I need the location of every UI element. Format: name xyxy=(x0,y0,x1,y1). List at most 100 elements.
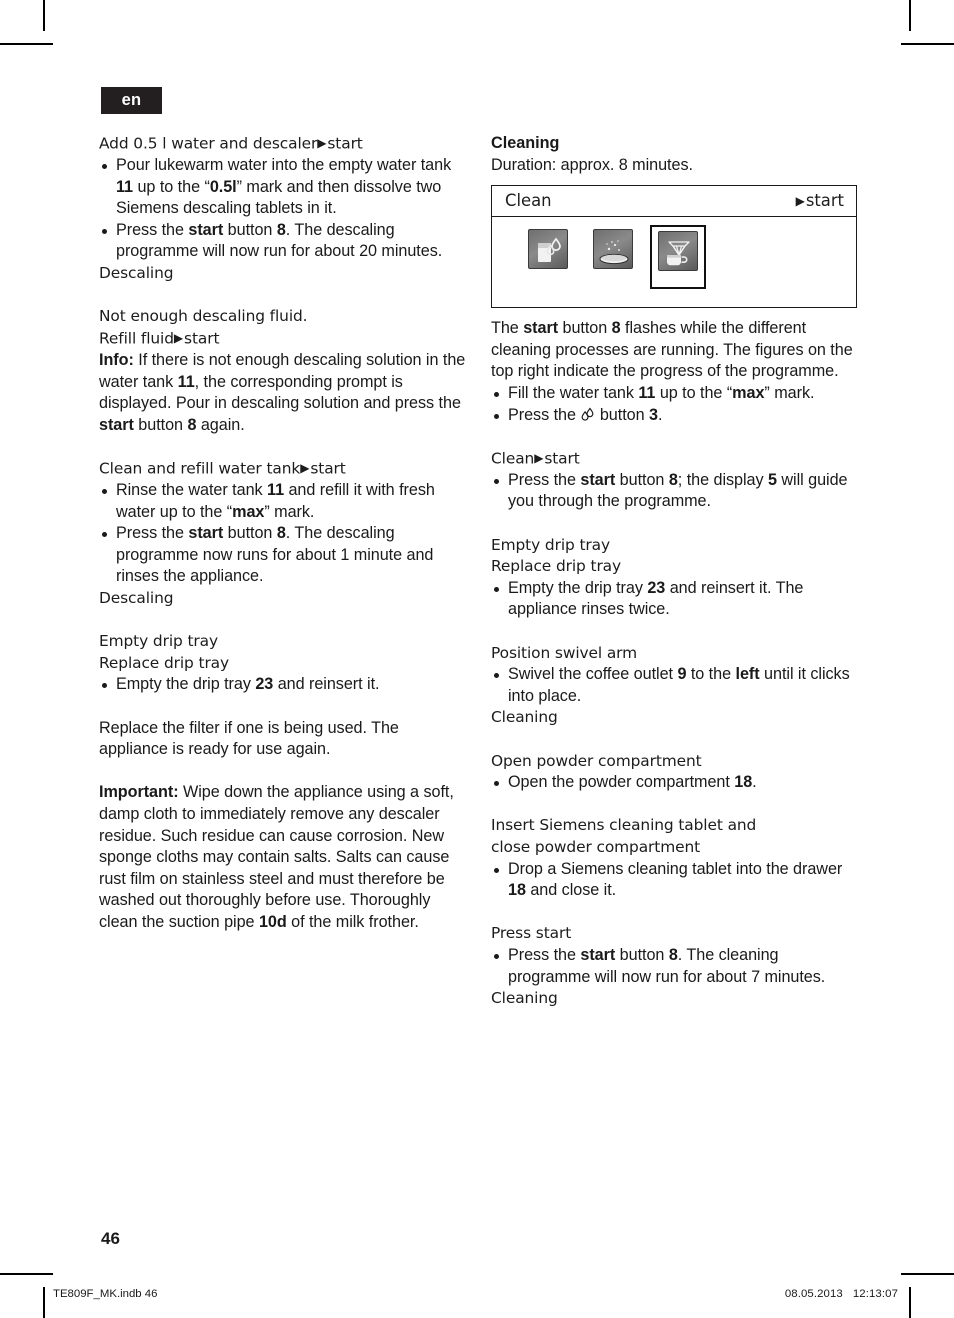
text-run: of the milk frother. xyxy=(286,912,419,931)
display-prompt-replace-drip-tray: Replace drip tray xyxy=(99,653,230,672)
text-run: ; the display xyxy=(677,470,768,489)
list-item: Pour lukewarm water into the empty water… xyxy=(99,155,467,220)
page-content: Add 0.5 l water and descaler▶start Pour … xyxy=(99,133,859,1010)
left-column: Add 0.5 l water and descaler▶start Pour … xyxy=(99,133,467,1010)
text-run: Press the xyxy=(116,220,189,239)
emphasis-text: 0.5l xyxy=(209,177,237,196)
text-run: The xyxy=(491,319,524,338)
play-arrow-icon: ▶ xyxy=(534,450,544,465)
status-descaling-1: Descaling xyxy=(99,264,174,283)
list-item: Empty the drip tray 23 and reinsert it. … xyxy=(491,578,859,621)
crop-mark-bottom-left-vertical xyxy=(43,1287,45,1318)
text-run: Rinse the water tank xyxy=(116,481,268,499)
emphasis-text: 11 xyxy=(116,177,134,196)
page-number: 46 xyxy=(101,1229,120,1248)
bullet-list-press-start: Press the start button 8. The cleaning p… xyxy=(491,945,859,988)
text-run: . xyxy=(752,773,757,792)
emphasis-text: 8 xyxy=(668,945,678,964)
water-glass-drops-icon xyxy=(528,229,568,270)
prompt-action: start xyxy=(327,134,363,153)
emphasis-text: start xyxy=(523,319,559,338)
water-drop-button-icon xyxy=(580,406,595,424)
text-run: Swivel the coffee outlet xyxy=(508,665,678,684)
emphasis-text: 10d xyxy=(258,912,287,931)
text-run: button xyxy=(615,945,669,964)
display-prompt-add-water: Add 0.5 l water and descaler▶start xyxy=(99,133,467,155)
text-run: and reinsert it. xyxy=(273,675,380,694)
emphasis-text: 11 xyxy=(267,481,285,499)
crop-mark-bottom-left-horizontal xyxy=(0,1273,53,1275)
prompt-action: start xyxy=(544,449,580,468)
important-paragraph: Important: Wipe down the appliance using… xyxy=(99,782,467,933)
emphasis-text: 11 xyxy=(177,372,195,391)
text-run: ” mark. xyxy=(264,502,315,521)
right-column: Cleaning Duration: approx. 8 minutes. Cl… xyxy=(491,133,859,1010)
display-prompt-clean-refill: Clean and refill water tank▶start xyxy=(99,458,467,480)
list-item: Open the powder compartment 18. xyxy=(491,772,859,794)
text-run: to the xyxy=(686,665,736,684)
screen-tile-row xyxy=(492,217,856,290)
emphasis-text: 8 xyxy=(276,524,286,543)
two-column-layout: Add 0.5 l water and descaler▶start Pour … xyxy=(99,133,859,1010)
emphasis-text: Important: xyxy=(99,783,179,802)
text-run: button xyxy=(558,319,612,338)
text-run: Press the xyxy=(508,470,581,489)
display-prompt-clean: Clean▶start xyxy=(491,448,859,470)
prompt-text: Add 0.5 l water and descaler xyxy=(99,134,318,153)
text-run: button xyxy=(223,220,277,239)
prompt-action: start xyxy=(310,459,346,478)
screen-start-action: ▶start xyxy=(796,191,844,210)
text-run: Pour lukewarm water into the empty water… xyxy=(116,156,452,175)
list-item: Rinse the water tank 11 and refill it wi… xyxy=(99,480,467,523)
emphasis-text: start xyxy=(580,470,616,489)
info-paragraph: Info: If there is not enough descaling s… xyxy=(99,350,467,436)
text-run: Press the xyxy=(508,405,581,424)
screen-action-label: start xyxy=(805,191,844,211)
bullet-list-powder-compartment: Open the powder compartment 18. xyxy=(491,772,859,794)
list-item: Fill the water tank 11 up to the “max” m… xyxy=(491,383,859,405)
emphasis-text: max xyxy=(232,502,265,521)
crop-mark-top-left-horizontal xyxy=(0,43,53,45)
text-run: button xyxy=(595,405,649,424)
list-item: Press the button 3. xyxy=(491,405,859,427)
play-arrow-icon: ▶ xyxy=(173,330,184,345)
emphasis-text: max xyxy=(732,383,765,402)
emphasis-text: 8 xyxy=(668,470,678,489)
text-run: . xyxy=(657,405,663,424)
text-run: up to the “ xyxy=(133,177,210,196)
cleaning-intro-paragraph: The start button 8 flashes while the dif… xyxy=(491,318,859,383)
text-run: button xyxy=(133,415,188,434)
emphasis-text: 5 xyxy=(767,470,777,489)
language-badge: en xyxy=(101,87,162,114)
cleaning-tablet-icon xyxy=(593,229,633,270)
emphasis-text: 3 xyxy=(649,405,658,424)
list-item: Press the start button 8. The descaling … xyxy=(99,523,467,588)
bullet-list-swivel-arm: Swivel the coffee outlet 9 to the left u… xyxy=(491,664,859,707)
display-prompt-insert-tablet-line2: close powder compartment xyxy=(491,837,701,856)
text-run: Press the xyxy=(116,524,189,543)
text-run: Empty the drip tray xyxy=(116,675,256,694)
prompt-text: Clean xyxy=(491,449,535,468)
imprint-time: 12:13:07 xyxy=(852,1288,898,1300)
text-run: button xyxy=(615,470,669,489)
list-item: Empty the drip tray 23 and reinsert it. xyxy=(99,674,467,696)
prompt-text: Clean and refill water tank xyxy=(99,459,301,478)
play-arrow-icon: ▶ xyxy=(300,460,310,475)
text-run: Open the powder compartment xyxy=(508,773,735,792)
text-run: Wipe down the appliance using a soft, da… xyxy=(99,783,454,931)
status-cleaning-1: Cleaning xyxy=(491,708,558,727)
emphasis-text: start xyxy=(188,220,224,239)
status-cleaning-2: Cleaning xyxy=(491,989,558,1008)
emphasis-text: 23 xyxy=(647,578,666,597)
crop-mark-top-right-vertical xyxy=(909,0,911,31)
prompt-action: start xyxy=(184,329,220,348)
list-item: Drop a Siemens cleaning tablet into the … xyxy=(491,859,859,902)
display-prompt-replace-drip-tray-right: Replace drip tray xyxy=(491,557,622,576)
